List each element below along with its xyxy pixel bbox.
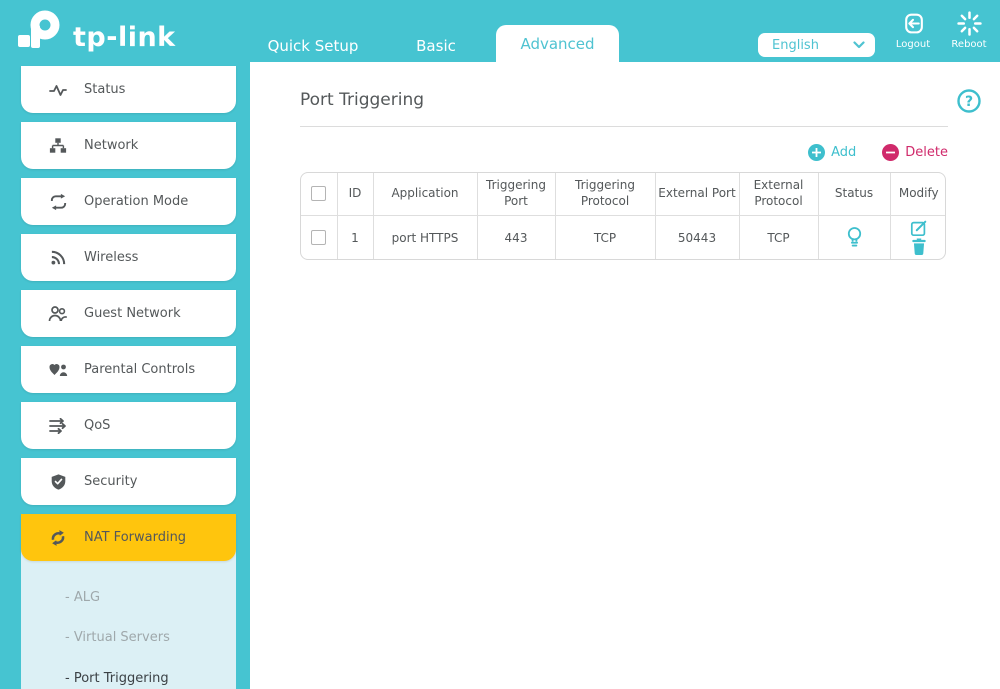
sidebar-item-label: QoS [84, 418, 110, 433]
nat-forwarding-submenu: - ALG - Virtual Servers - Port Triggerin… [21, 549, 236, 689]
logout-button[interactable]: Logout [885, 11, 941, 50]
sidebar-item-label: Network [84, 138, 138, 153]
chevron-down-icon [853, 41, 865, 49]
column-header-external-protocol: External Protocol [739, 173, 818, 216]
delete-icon [882, 144, 899, 161]
sidebar-item-label: Security [84, 474, 137, 489]
sidebar-item-label: NAT Forwarding [84, 530, 186, 545]
column-header-external-port: External Port [655, 173, 739, 216]
svg-text:?: ? [965, 94, 973, 110]
select-all-checkbox[interactable] [311, 186, 326, 201]
table-header-row: ID Application Triggering Port Triggerin… [301, 173, 946, 216]
sidebar: Status Network Operation Mode [21, 66, 236, 570]
sidebar-item-label: Operation Mode [84, 194, 188, 209]
brand-text: tp-link [73, 22, 176, 53]
reboot-icon [957, 11, 982, 36]
network-tree-icon [48, 137, 68, 154]
main-content: ? Port Triggering Add Delete [250, 62, 1000, 689]
swap-arrows-icon [48, 193, 68, 211]
add-label: Add [831, 145, 856, 160]
sidebar-item-guest-network[interactable]: Guest Network [21, 290, 236, 337]
row-checkbox[interactable] [311, 230, 326, 245]
help-icon[interactable]: ? [956, 88, 982, 114]
tp-link-logo-icon [15, 8, 67, 54]
sidebar-item-label: Status [84, 82, 125, 97]
sidebar-item-network[interactable]: Network [21, 122, 236, 169]
sync-icon [48, 529, 68, 547]
row-application: port HTTPS [373, 216, 477, 260]
top-header: tp-link Quick Setup Basic Advanced Engli… [0, 0, 1000, 62]
column-header-application: Application [373, 173, 477, 216]
page-title: Port Triggering [300, 90, 424, 110]
sidebar-item-security[interactable]: Security [21, 458, 236, 505]
bulb-on-icon[interactable] [845, 226, 864, 249]
sidebar-item-nat-forwarding[interactable]: NAT Forwarding [21, 514, 236, 561]
sidebar-item-label: Wireless [84, 250, 138, 265]
logout-icon [901, 11, 926, 36]
reboot-label: Reboot [941, 39, 997, 50]
sidebar-item-parental-controls[interactable]: Parental Controls [21, 346, 236, 393]
sidebar-item-qos[interactable]: QoS [21, 402, 236, 449]
pulse-icon [48, 83, 68, 97]
sidebar-item-label: Guest Network [84, 306, 181, 321]
tp-link-logo[interactable]: tp-link [15, 8, 176, 54]
priority-arrows-icon [48, 418, 68, 434]
sidebar-item-wireless[interactable]: Wireless [21, 234, 236, 281]
wifi-icon [48, 249, 68, 266]
logout-label: Logout [885, 39, 941, 50]
tab-advanced[interactable]: Advanced [496, 25, 619, 62]
column-header-status: Status [818, 173, 890, 216]
people-icon [48, 305, 68, 322]
row-triggering-protocol: TCP [555, 216, 655, 260]
sidebar-item-status[interactable]: Status [21, 66, 236, 113]
trash-icon[interactable] [911, 237, 927, 256]
row-triggering-port: 443 [477, 216, 555, 260]
tab-quick-setup[interactable]: Quick Setup [263, 33, 363, 59]
language-select[interactable]: English [758, 33, 875, 57]
port-triggering-table: ID Application Triggering Port Triggerin… [300, 172, 946, 260]
sidebar-item-label: Parental Controls [84, 362, 195, 377]
table-toolbar: Add Delete [808, 144, 948, 161]
row-id: 1 [337, 216, 373, 260]
row-external-port: 50443 [655, 216, 739, 260]
shield-check-icon [48, 473, 68, 491]
reboot-button[interactable]: Reboot [941, 11, 997, 50]
heart-person-icon [48, 362, 68, 377]
submenu-item-alg[interactable]: - ALG [65, 588, 100, 608]
add-icon [808, 144, 825, 161]
column-header-modify: Modify [890, 173, 946, 216]
row-external-protocol: TCP [739, 216, 818, 260]
column-header-triggering-protocol: Triggering Protocol [555, 173, 655, 216]
title-divider [300, 126, 948, 127]
row-select-cell [301, 216, 337, 260]
add-button[interactable]: Add [808, 144, 856, 161]
submenu-item-port-triggering[interactable]: - Port Triggering [65, 669, 169, 689]
column-header-triggering-port: Triggering Port [477, 173, 555, 216]
row-status-cell [818, 216, 890, 260]
delete-label: Delete [905, 145, 948, 160]
tab-basic[interactable]: Basic [413, 33, 459, 59]
submenu-item-virtual-servers[interactable]: - Virtual Servers [65, 628, 170, 648]
select-all-cell [301, 173, 337, 216]
column-header-id: ID [337, 173, 373, 216]
table-row: 1 port HTTPS 443 TCP 50443 TCP [301, 216, 946, 260]
sidebar-item-operation-mode[interactable]: Operation Mode [21, 178, 236, 225]
row-modify-cell [890, 216, 946, 260]
edit-icon[interactable] [910, 219, 928, 237]
language-value: English [772, 38, 819, 53]
delete-button[interactable]: Delete [882, 144, 948, 161]
